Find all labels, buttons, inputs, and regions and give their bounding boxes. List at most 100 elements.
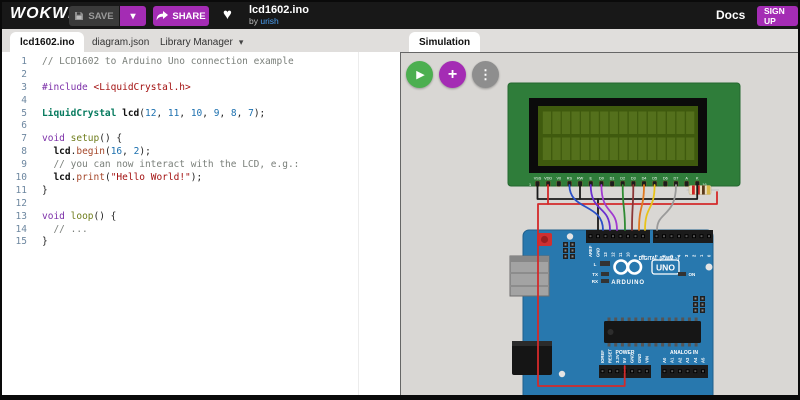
simulation-tabbar: Simulation [400, 29, 798, 52]
editor-panel: lcd1602.ino diagram.json Library Manager… [2, 29, 400, 395]
docs-link[interactable]: Docs [716, 8, 745, 22]
tab-label: lcd1602.ino [20, 36, 75, 48]
tab-diagram-json[interactable]: diagram.json [82, 32, 159, 52]
code-line: 5 LiquidCrystal lcd(12, 11, 10, 9, 8, 7); [21, 107, 266, 119]
svg-text:V0: V0 [556, 177, 561, 181]
svg-text:D7: D7 [674, 177, 679, 181]
svg-text:AREF: AREF [588, 245, 593, 257]
svg-text:RESET: RESET [607, 349, 612, 363]
atmega-chip [604, 317, 701, 347]
share-button[interactable]: SHARE [153, 6, 209, 26]
tab-simulation[interactable]: Simulation [409, 32, 481, 52]
signup-button[interactable]: SIGN UP [757, 6, 798, 26]
simulation-panel: Simulation VSS VDD V0 RS RW E D0 D1 D2 D3 D4 D5 D6 D7… [400, 29, 798, 395]
svg-text:5V: 5V [622, 358, 627, 363]
tab-lcd1602-ino[interactable]: lcd1602.ino [10, 32, 85, 52]
simulation-viewport[interactable]: VSS VDD V0 RS RW E D0 D1 D2 D3 D4 D5 D6 D7 A K 1 16 AREF G… [400, 52, 798, 395]
svg-text:D2: D2 [620, 177, 625, 181]
svg-text:A3: A3 [685, 357, 690, 363]
code-line: 8 lcd.begin(16, 2); [21, 146, 151, 158]
svg-text:D3: D3 [631, 177, 636, 181]
add-part-button[interactable]: + [439, 61, 466, 88]
project-title-block: lcd1602.ino by urish [249, 4, 309, 27]
code-line: 2 [21, 68, 27, 80]
svg-text:GND: GND [637, 354, 642, 363]
svg-text:A4: A4 [693, 357, 698, 363]
svg-text:D0: D0 [599, 177, 604, 181]
simulation-menu-button[interactable]: ⋮ [472, 61, 499, 88]
save-menu-button[interactable]: ▾ [120, 6, 146, 26]
uno-model-text: UNO [656, 263, 675, 273]
svg-text:K: K [696, 177, 699, 181]
svg-text:A0: A0 [662, 357, 667, 363]
wire-gray [656, 184, 677, 231]
author-link[interactable]: urish [260, 16, 278, 26]
resistor[interactable] [686, 185, 719, 195]
wire-orange [638, 184, 645, 231]
power-caption: POWER [616, 350, 635, 356]
svg-text:VDD: VDD [544, 177, 552, 181]
wokwi-app: WOKWi SAVE ▾ SHARE ♥ lcd1602.ino by uris… [0, 0, 800, 400]
svg-text:IOREF: IOREF [600, 350, 605, 363]
digital-caption: DIGITAL (PWM ~) [639, 256, 680, 262]
svg-text:13: 13 [603, 252, 608, 257]
tab-label: Library Manager [160, 36, 233, 48]
mounting-hole [705, 263, 713, 271]
resistor-band [692, 185, 695, 195]
resistor-band [706, 185, 711, 195]
svg-text:GND: GND [596, 248, 601, 257]
svg-text:A5: A5 [701, 357, 706, 363]
svg-text:D4: D4 [642, 177, 647, 181]
play-button[interactable]: ▶ [406, 61, 433, 88]
chevron-down-icon: ▾ [238, 36, 244, 47]
svg-text:12: 12 [611, 252, 616, 257]
wire-green [621, 184, 626, 231]
play-icon: ▶ [416, 69, 425, 81]
svg-text:RW: RW [577, 177, 584, 181]
svg-text:1: 1 [529, 183, 531, 187]
code-line: 3 #include <LiquidCrystal.h> [21, 81, 191, 93]
power-jack [512, 341, 552, 375]
mounting-hole [558, 370, 566, 378]
code-editor[interactable]: 1// LCD1602 to Arduino Uno connection ex… [2, 52, 400, 395]
wire-yellow [644, 184, 656, 231]
code-line: 12 [15, 197, 27, 209]
plus-icon: + [447, 65, 458, 83]
svg-text:E: E [589, 177, 592, 181]
code-line: 11} [15, 184, 48, 196]
mounting-hole [566, 233, 574, 240]
chevron-down-icon: ▾ [130, 10, 136, 22]
kebab-menu-icon: ⋮ [479, 66, 492, 82]
svg-text:10: 10 [626, 252, 631, 257]
favorite-heart-icon[interactable]: ♥ [223, 6, 232, 23]
led-l [600, 261, 610, 266]
share-label: SHARE [172, 10, 206, 22]
svg-text:D5: D5 [652, 177, 657, 181]
lcd1602-module[interactable]: VSS VDD V0 RS RW E D0 D1 D2 D3 D4 D5 D6 D7 A K1 16 [507, 82, 741, 187]
digital-header-right [653, 230, 713, 243]
led-tx-label: TX [592, 272, 598, 277]
led-tx [601, 272, 609, 276]
main-area: lcd1602.ino diagram.json Library Manager… [2, 29, 798, 395]
svg-text:VIN: VIN [644, 356, 649, 363]
code-line: 4 [21, 94, 27, 106]
save-icon [75, 12, 84, 20]
save-button[interactable]: SAVE [69, 6, 119, 26]
svg-text:A2: A2 [677, 357, 682, 363]
code-line: 1// LCD1602 to Arduino Uno connection ex… [21, 56, 294, 67]
code-lines: 1// LCD1602 to Arduino Uno connection ex… [2, 52, 400, 249]
wokwi-logo[interactable]: WOKWi [10, 5, 74, 23]
tab-label: Simulation [419, 36, 471, 48]
topbar: WOKWi SAVE ▾ SHARE ♥ lcd1602.ino by uris… [2, 2, 798, 29]
tab-label: diagram.json [92, 36, 150, 48]
circuit-canvas: VSS VDD V0 RS RW E D0 D1 D2 D3 D4 D5 D6 D7 A K1 16 AREF G… [507, 82, 741, 395]
code-line: 13 void loop() { [15, 210, 117, 222]
svg-text:VSS: VSS [534, 177, 542, 181]
reset-button-cap [540, 235, 549, 244]
tab-library-manager[interactable]: Library Manager ▾ [150, 32, 253, 52]
editor-scroll-divider [358, 52, 359, 395]
arduino-uno[interactable]: AREF GND 13 12 11 10 9 8 7 6 5 4 3 2 1 0IOREF RESET 3.3V 5… [509, 229, 714, 395]
digital-header-left [586, 230, 650, 243]
usb-connector [509, 255, 550, 297]
project-title: lcd1602.ino [249, 4, 309, 16]
